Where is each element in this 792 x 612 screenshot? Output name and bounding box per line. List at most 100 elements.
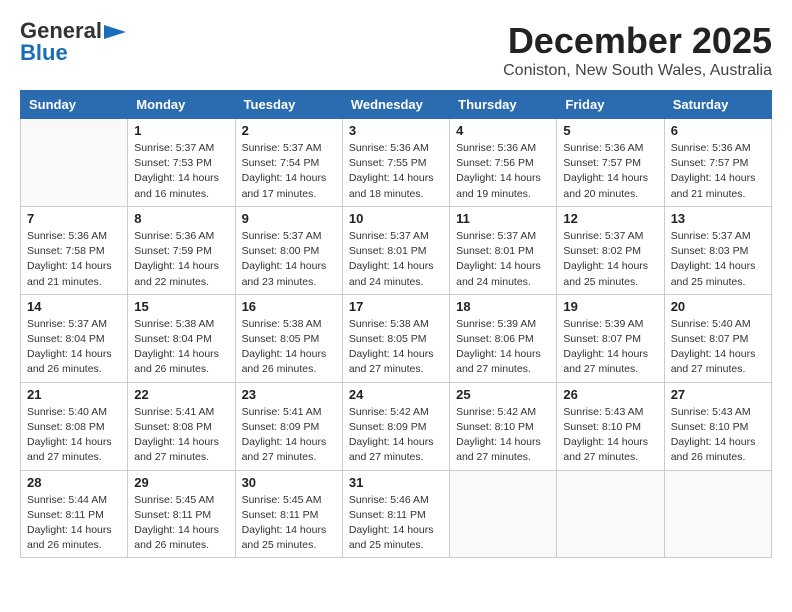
day-number: 2 — [242, 123, 336, 138]
calendar-day-cell: 1 Sunrise: 5:37 AM Sunset: 7:53 PM Daylig… — [128, 119, 235, 207]
calendar-day-cell: 30 Sunrise: 5:45 AM Sunset: 8:11 PM Dayli… — [235, 470, 342, 558]
calendar-day-cell — [450, 470, 557, 558]
weekday-header: Tuesday — [235, 91, 342, 119]
calendar-day-cell: 17 Sunrise: 5:38 AM Sunset: 8:05 PM Dayli… — [342, 294, 449, 382]
day-info: Sunrise: 5:43 AM Sunset: 8:10 PM Dayligh… — [563, 405, 657, 466]
calendar-day-cell: 31 Sunrise: 5:46 AM Sunset: 8:11 PM Dayli… — [342, 470, 449, 558]
calendar-week-row: 7 Sunrise: 5:36 AM Sunset: 7:58 PM Daylig… — [21, 206, 772, 294]
day-info: Sunrise: 5:38 AM Sunset: 8:04 PM Dayligh… — [134, 317, 228, 378]
day-number: 14 — [27, 299, 121, 314]
calendar-day-cell: 4 Sunrise: 5:36 AM Sunset: 7:56 PM Daylig… — [450, 119, 557, 207]
calendar-day-cell: 20Sunrise: 5:40 AM Sunset: 8:07 PM Dayli… — [664, 294, 771, 382]
day-number: 22 — [134, 387, 228, 402]
day-number: 30 — [242, 475, 336, 490]
logo-blue-text: Blue — [20, 42, 68, 64]
day-info: Sunrise: 5:37 AM Sunset: 8:01 PM Dayligh… — [349, 229, 443, 290]
day-number: 17 — [349, 299, 443, 314]
calendar-day-cell: 15 Sunrise: 5:38 AM Sunset: 8:04 PM Dayli… — [128, 294, 235, 382]
day-info: Sunrise: 5:36 AM Sunset: 7:56 PM Dayligh… — [456, 141, 550, 202]
day-info: Sunrise: 5:37 AM Sunset: 8:02 PM Dayligh… — [563, 229, 657, 290]
calendar-week-row: 1 Sunrise: 5:37 AM Sunset: 7:53 PM Daylig… — [21, 119, 772, 207]
day-info: Sunrise: 5:43 AM Sunset: 8:10 PM Dayligh… — [671, 405, 765, 466]
day-number: 25 — [456, 387, 550, 402]
day-info: Sunrise: 5:38 AM Sunset: 8:05 PM Dayligh… — [349, 317, 443, 378]
weekday-header: Saturday — [664, 91, 771, 119]
day-number: 8 — [134, 211, 228, 226]
calendar-day-cell: 10 Sunrise: 5:37 AM Sunset: 8:01 PM Dayli… — [342, 206, 449, 294]
calendar-day-cell: 16Sunrise: 5:38 AM Sunset: 8:05 PM Dayli… — [235, 294, 342, 382]
day-number: 10 — [349, 211, 443, 226]
day-info: Sunrise: 5:42 AM Sunset: 8:10 PM Dayligh… — [456, 405, 550, 466]
day-number: 6 — [671, 123, 765, 138]
day-info: Sunrise: 5:46 AM Sunset: 8:11 PM Dayligh… — [349, 493, 443, 554]
weekday-header: Wednesday — [342, 91, 449, 119]
day-info: Sunrise: 5:39 AM Sunset: 8:07 PM Dayligh… — [563, 317, 657, 378]
day-number: 29 — [134, 475, 228, 490]
day-info: Sunrise: 5:36 AM Sunset: 7:59 PM Dayligh… — [134, 229, 228, 290]
location-title: Coniston, New South Wales, Australia — [503, 62, 772, 80]
day-info: Sunrise: 5:36 AM Sunset: 7:58 PM Dayligh… — [27, 229, 121, 290]
day-info: Sunrise: 5:36 AM Sunset: 7:57 PM Dayligh… — [563, 141, 657, 202]
day-info: Sunrise: 5:37 AM Sunset: 8:03 PM Dayligh… — [671, 229, 765, 290]
day-number: 21 — [27, 387, 121, 402]
day-number: 7 — [27, 211, 121, 226]
calendar-day-cell: 12 Sunrise: 5:37 AM Sunset: 8:02 PM Dayli… — [557, 206, 664, 294]
day-number: 24 — [349, 387, 443, 402]
calendar-day-cell: 14 Sunrise: 5:37 AM Sunset: 8:04 PM Dayli… — [21, 294, 128, 382]
logo: General Blue — [20, 20, 126, 64]
day-number: 4 — [456, 123, 550, 138]
day-info: Sunrise: 5:45 AM Sunset: 8:11 PM Dayligh… — [134, 493, 228, 554]
day-info: Sunrise: 5:38 AM Sunset: 8:05 PM Dayligh… — [242, 317, 336, 378]
calendar-day-cell: 28 Sunrise: 5:44 AM Sunset: 8:11 PM Dayli… — [21, 470, 128, 558]
calendar-day-cell: 11 Sunrise: 5:37 AM Sunset: 8:01 PM Dayli… — [450, 206, 557, 294]
calendar-day-cell — [664, 470, 771, 558]
calendar-week-row: 21Sunrise: 5:40 AM Sunset: 8:08 PM Dayli… — [21, 382, 772, 470]
day-info: Sunrise: 5:36 AM Sunset: 7:57 PM Dayligh… — [671, 141, 765, 202]
day-number: 28 — [27, 475, 121, 490]
day-number: 15 — [134, 299, 228, 314]
day-info: Sunrise: 5:36 AM Sunset: 7:55 PM Dayligh… — [349, 141, 443, 202]
day-info: Sunrise: 5:44 AM Sunset: 8:11 PM Dayligh… — [27, 493, 121, 554]
day-number: 18 — [456, 299, 550, 314]
day-number: 26 — [563, 387, 657, 402]
calendar-day-cell: 7 Sunrise: 5:36 AM Sunset: 7:58 PM Daylig… — [21, 206, 128, 294]
day-number: 9 — [242, 211, 336, 226]
day-number: 31 — [349, 475, 443, 490]
calendar-day-cell: 22 Sunrise: 5:41 AM Sunset: 8:08 PM Dayli… — [128, 382, 235, 470]
day-number: 23 — [242, 387, 336, 402]
day-number: 11 — [456, 211, 550, 226]
calendar-day-cell: 27 Sunrise: 5:43 AM Sunset: 8:10 PM Dayli… — [664, 382, 771, 470]
calendar-day-cell: 13 Sunrise: 5:37 AM Sunset: 8:03 PM Dayli… — [664, 206, 771, 294]
day-info: Sunrise: 5:42 AM Sunset: 8:09 PM Dayligh… — [349, 405, 443, 466]
calendar-day-cell: 3Sunrise: 5:36 AM Sunset: 7:55 PM Daylig… — [342, 119, 449, 207]
day-info: Sunrise: 5:40 AM Sunset: 8:07 PM Dayligh… — [671, 317, 765, 378]
calendar-day-cell: 8 Sunrise: 5:36 AM Sunset: 7:59 PM Daylig… — [128, 206, 235, 294]
day-info: Sunrise: 5:37 AM Sunset: 8:04 PM Dayligh… — [27, 317, 121, 378]
day-number: 13 — [671, 211, 765, 226]
calendar-day-cell: 2 Sunrise: 5:37 AM Sunset: 7:54 PM Daylig… — [235, 119, 342, 207]
day-number: 19 — [563, 299, 657, 314]
day-info: Sunrise: 5:41 AM Sunset: 8:08 PM Dayligh… — [134, 405, 228, 466]
weekday-header: Monday — [128, 91, 235, 119]
day-number: 12 — [563, 211, 657, 226]
weekday-header: Friday — [557, 91, 664, 119]
calendar-header-row: SundayMondayTuesdayWednesdayThursdayFrid… — [21, 91, 772, 119]
calendar-day-cell: 24 Sunrise: 5:42 AM Sunset: 8:09 PM Dayli… — [342, 382, 449, 470]
calendar-week-row: 14 Sunrise: 5:37 AM Sunset: 8:04 PM Dayli… — [21, 294, 772, 382]
calendar-day-cell: 29 Sunrise: 5:45 AM Sunset: 8:11 PM Dayli… — [128, 470, 235, 558]
calendar-day-cell: 23 Sunrise: 5:41 AM Sunset: 8:09 PM Dayli… — [235, 382, 342, 470]
calendar-table: SundayMondayTuesdayWednesdayThursdayFrid… — [20, 90, 772, 558]
day-info: Sunrise: 5:37 AM Sunset: 7:54 PM Dayligh… — [242, 141, 336, 202]
weekday-header: Sunday — [21, 91, 128, 119]
day-info: Sunrise: 5:45 AM Sunset: 8:11 PM Dayligh… — [242, 493, 336, 554]
day-number: 1 — [134, 123, 228, 138]
day-info: Sunrise: 5:41 AM Sunset: 8:09 PM Dayligh… — [242, 405, 336, 466]
day-info: Sunrise: 5:37 AM Sunset: 8:00 PM Dayligh… — [242, 229, 336, 290]
title-area: December 2025 Coniston, New South Wales,… — [503, 20, 772, 80]
day-info: Sunrise: 5:37 AM Sunset: 7:53 PM Dayligh… — [134, 141, 228, 202]
day-info: Sunrise: 5:37 AM Sunset: 8:01 PM Dayligh… — [456, 229, 550, 290]
calendar-day-cell: 26 Sunrise: 5:43 AM Sunset: 8:10 PM Dayli… — [557, 382, 664, 470]
weekday-header: Thursday — [450, 91, 557, 119]
day-number: 27 — [671, 387, 765, 402]
day-number: 5 — [563, 123, 657, 138]
